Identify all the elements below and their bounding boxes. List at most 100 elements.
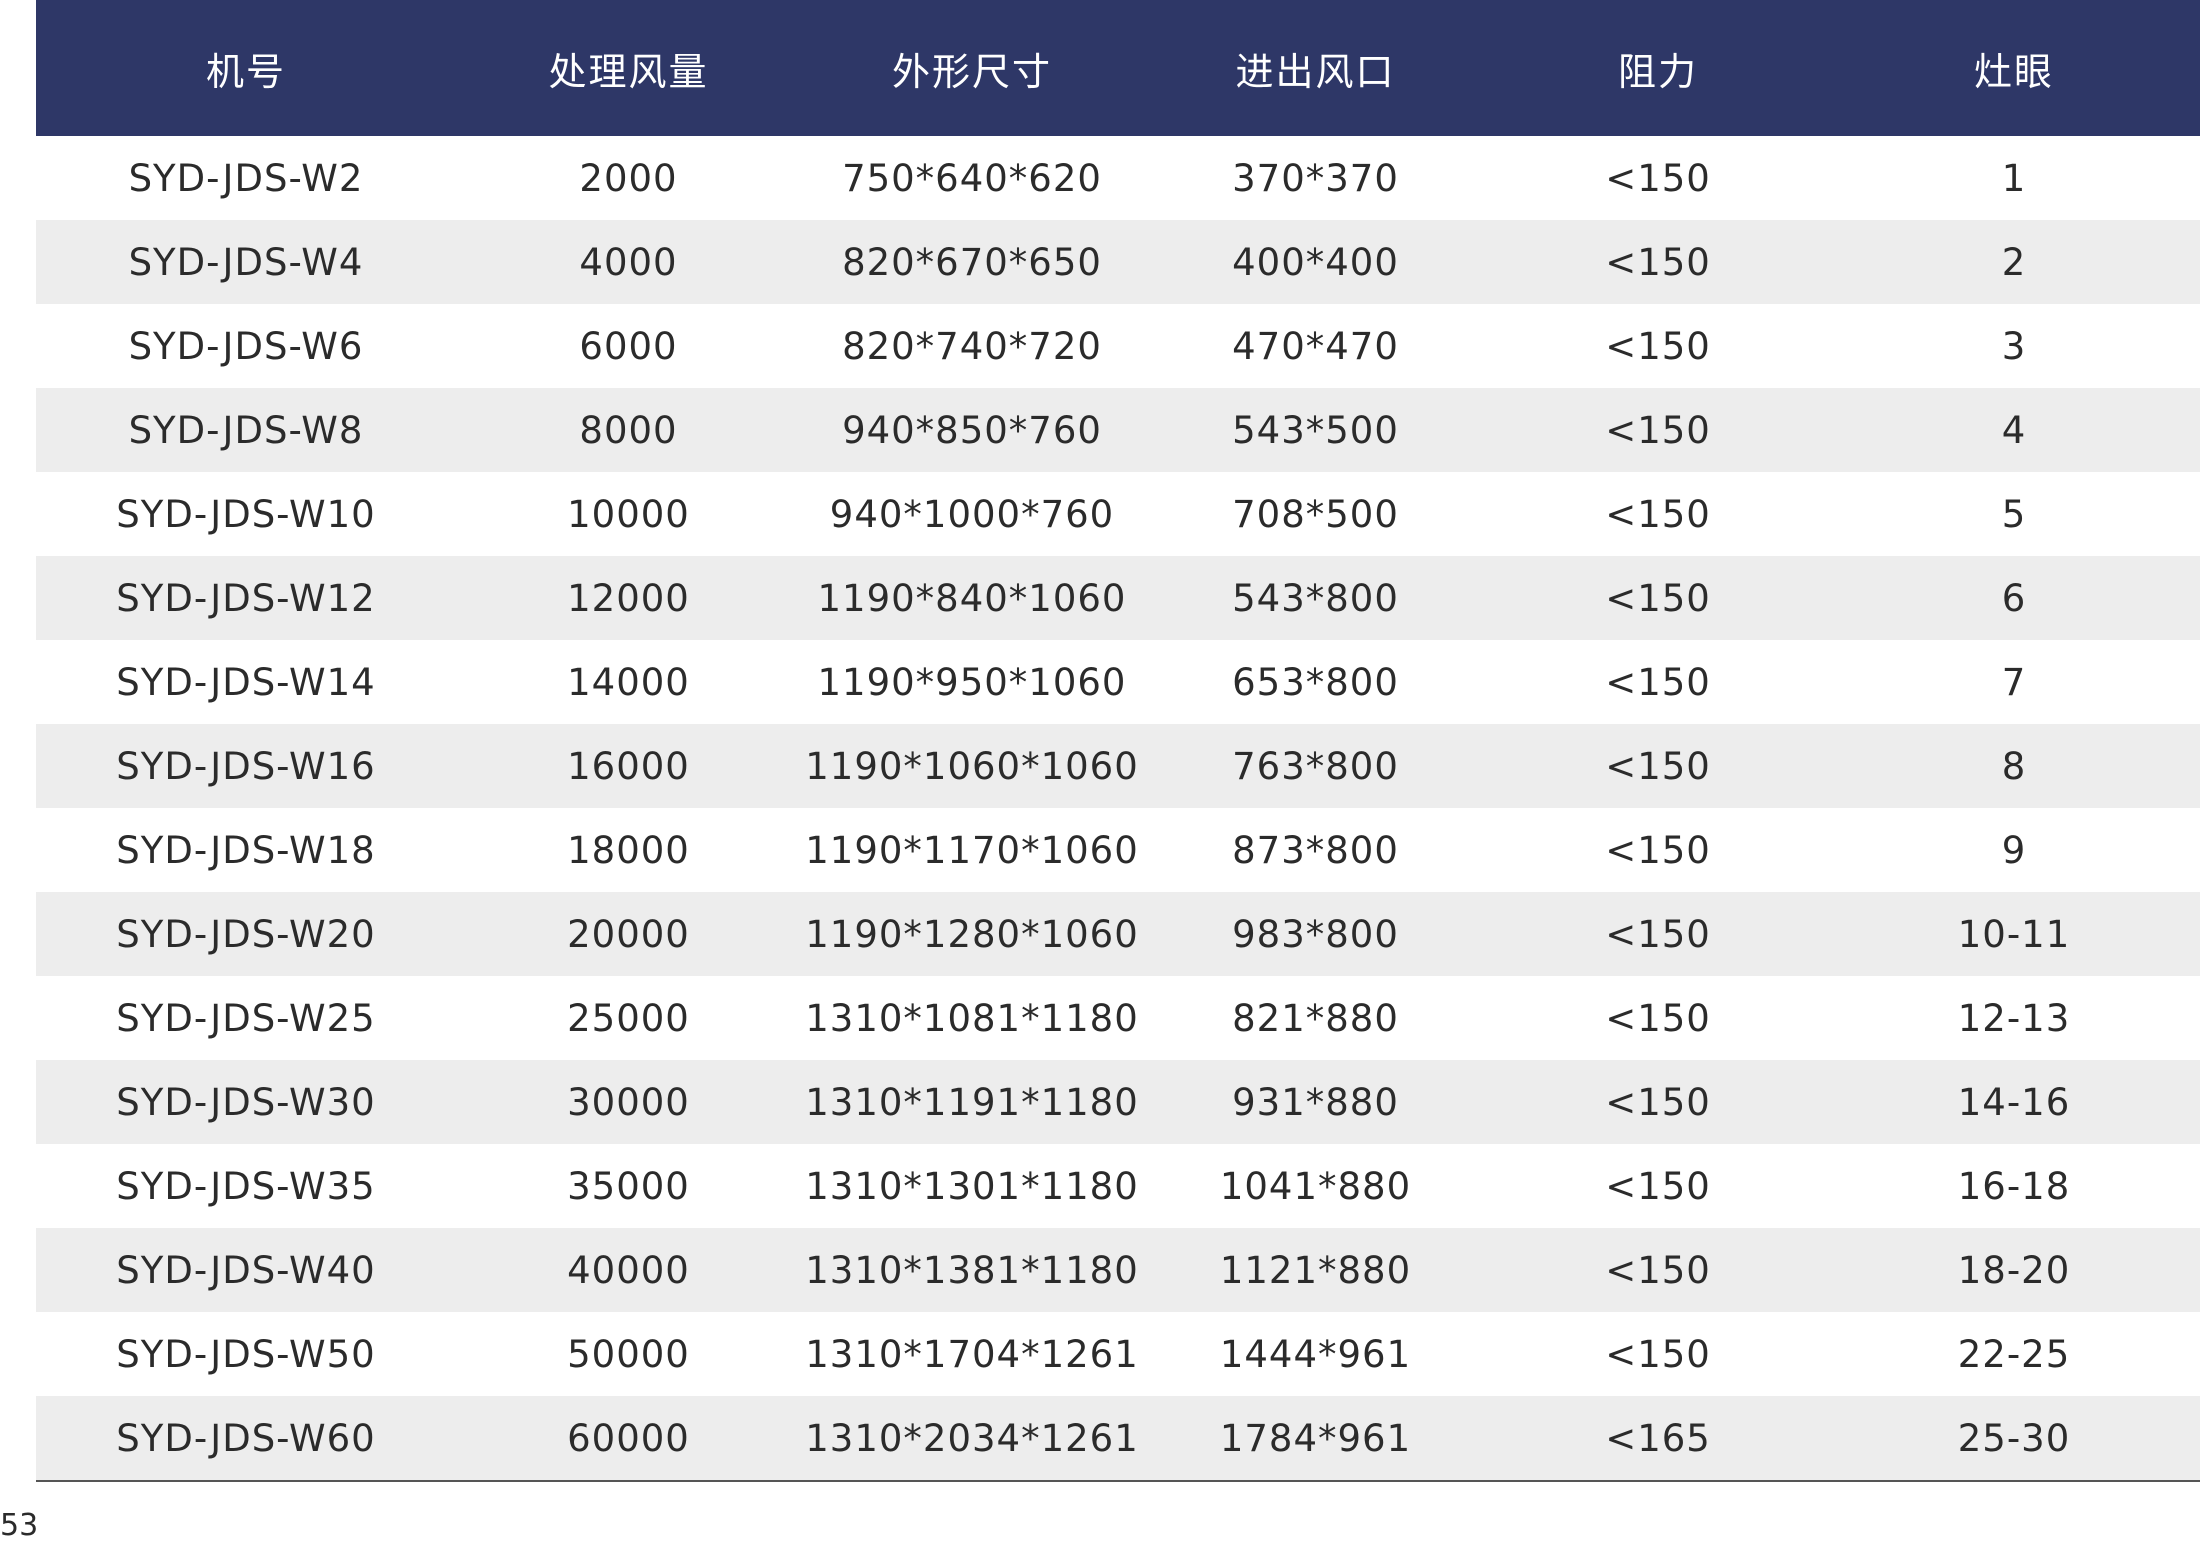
cell-burners: 3 xyxy=(2001,324,2027,368)
cell-airflow: 20000 xyxy=(456,892,801,976)
table-row: SYD-JDS-W25 25000 1310*1081*1180 821*880 <15… xyxy=(36,976,2200,1060)
table-row: SYD-JDS-W35 35000 1310*1301*1180 1041*880 <1… xyxy=(36,1144,2200,1228)
table-header: 机号 处理风量 外形尺寸 进出风口 阻力 灶眼 xyxy=(36,0,2200,136)
cell-inlet-outlet: 708*500 xyxy=(1232,492,1399,536)
cell-airflow: 50000 xyxy=(567,1332,690,1376)
cell-model: SYD-JDS-W25 xyxy=(116,996,376,1040)
cell-inlet-outlet: 653*800 xyxy=(1232,660,1399,704)
cell-burners: 1 xyxy=(2001,156,2027,200)
cell-inlet-outlet: 1041*880 xyxy=(1219,1164,1412,1208)
cell-airflow: 35000 xyxy=(567,1164,690,1208)
table-row: SYD-JDS-W30 30000 1310*1191*1180 931*880 <15… xyxy=(36,1060,2200,1144)
cell-airflow: 18000 xyxy=(567,828,690,872)
table-row: SYD-JDS-W14 14000 1190*950*1060 653*800 <150… xyxy=(36,640,2200,724)
cell-resistance: <165 xyxy=(1488,1396,1828,1482)
cell-inlet-outlet: 470*470 xyxy=(1232,324,1399,368)
cell-resistance: <150 xyxy=(1605,996,1711,1040)
cell-dimensions: 1310*1381*1180 xyxy=(801,1228,1143,1312)
table-row: SYD-JDS-W18 18000 1190*1170*1060 873*800 <15… xyxy=(36,808,2200,892)
cell-dimensions: 1190*1280*1060 xyxy=(801,892,1143,976)
cell-dimensions: 750*640*620 xyxy=(842,156,1102,200)
cell-dimensions: 1310*1704*1261 xyxy=(805,1332,1139,1376)
cell-model: SYD-JDS-W4 xyxy=(36,220,456,304)
cell-model: SYD-JDS-W10 xyxy=(116,492,376,536)
cell-model: SYD-JDS-W18 xyxy=(116,828,376,872)
header-dimensions: 外形尺寸 xyxy=(801,0,1143,136)
cell-model: SYD-JDS-W14 xyxy=(116,660,376,704)
table-row: SYD-JDS-W16 16000 1190*1060*1060 763*800 <15… xyxy=(36,724,2200,808)
table-row: SYD-JDS-W10 10000 940*1000*760 708*500 <150 5 xyxy=(36,472,2200,556)
cell-airflow: 14000 xyxy=(567,660,690,704)
header-burners: 灶眼 xyxy=(1828,0,2200,136)
cell-dimensions: 820*670*650 xyxy=(801,220,1143,304)
cell-inlet-outlet: 873*800 xyxy=(1232,828,1399,872)
cell-burners: 2 xyxy=(1828,220,2200,304)
table-row: SYD-JDS-W8 8000 940*850*760 543*500 <150 4 xyxy=(36,388,2200,472)
table-body: SYD-JDS-W2 2000 750*640*620 370*370 <150 1 SYD… xyxy=(36,136,2200,1482)
cell-burners: 22-25 xyxy=(1957,1332,2071,1376)
cell-resistance: <150 xyxy=(1605,492,1711,536)
cell-burners: 4 xyxy=(1828,388,2200,472)
table-row: SYD-JDS-W2 2000 750*640*620 370*370 <150 1 xyxy=(36,136,2200,220)
cell-inlet-outlet: 1121*880 xyxy=(1143,1228,1488,1312)
cell-resistance: <150 xyxy=(1605,1164,1711,1208)
cell-dimensions: 1310*1301*1180 xyxy=(805,1164,1139,1208)
cell-inlet-outlet: 543*500 xyxy=(1143,388,1488,472)
cell-burners: 5 xyxy=(2001,492,2027,536)
cell-inlet-outlet: 821*880 xyxy=(1232,996,1399,1040)
cell-model: SYD-JDS-W35 xyxy=(116,1164,376,1208)
cell-resistance: <150 xyxy=(1605,828,1711,872)
cell-dimensions: 1190*1060*1060 xyxy=(801,724,1143,808)
cell-resistance: <150 xyxy=(1605,1332,1711,1376)
spec-table: 机号 处理风量 外形尺寸 进出风口 阻力 灶眼 SYD-JDS-W2 2000 75… xyxy=(36,0,2200,1482)
cell-airflow: 6000 xyxy=(579,324,678,368)
cell-airflow: 12000 xyxy=(456,556,801,640)
cell-resistance: <150 xyxy=(1488,1060,1828,1144)
cell-resistance: <150 xyxy=(1488,724,1828,808)
cell-burners: 14-16 xyxy=(1828,1060,2200,1144)
cell-airflow: 40000 xyxy=(456,1228,801,1312)
cell-inlet-outlet: 400*400 xyxy=(1143,220,1488,304)
cell-dimensions: 1310*2034*1261 xyxy=(801,1396,1143,1482)
cell-model: SYD-JDS-W8 xyxy=(36,388,456,472)
cell-dimensions: 1190*950*1060 xyxy=(817,660,1127,704)
header-row: 机号 处理风量 外形尺寸 进出风口 阻力 灶眼 xyxy=(36,0,2200,136)
table-row: SYD-JDS-W50 50000 1310*1704*1261 1444*961 <1… xyxy=(36,1312,2200,1396)
cell-model: SYD-JDS-W20 xyxy=(36,892,456,976)
cell-dimensions: 940*850*760 xyxy=(801,388,1143,472)
cell-model: SYD-JDS-W40 xyxy=(36,1228,456,1312)
cell-airflow: 8000 xyxy=(456,388,801,472)
cell-airflow: 25000 xyxy=(567,996,690,1040)
cell-model: SYD-JDS-W12 xyxy=(36,556,456,640)
cell-airflow: 4000 xyxy=(456,220,801,304)
cell-inlet-outlet: 983*800 xyxy=(1143,892,1488,976)
header-model: 机号 xyxy=(36,0,456,136)
cell-dimensions: 1190*1170*1060 xyxy=(805,828,1139,872)
cell-burners: 16-18 xyxy=(1957,1164,2071,1208)
table-row: SYD-JDS-W20 20000 1190*1280*1060 983*800 <15… xyxy=(36,892,2200,976)
cell-inlet-outlet: 1444*961 xyxy=(1219,1332,1412,1376)
cell-resistance: <150 xyxy=(1605,324,1711,368)
cell-model: SYD-JDS-W6 xyxy=(128,324,364,368)
cell-resistance: <150 xyxy=(1605,660,1711,704)
header-inlet-outlet: 进出风口 xyxy=(1143,0,1488,136)
table-row: SYD-JDS-W60 60000 1310*2034*1261 1784*961 <1… xyxy=(36,1396,2200,1482)
cell-burners: 18-20 xyxy=(1828,1228,2200,1312)
cell-resistance: <150 xyxy=(1488,892,1828,976)
cell-dimensions: 1190*840*1060 xyxy=(801,556,1143,640)
header-resistance: 阻力 xyxy=(1488,0,1828,136)
cell-resistance: <150 xyxy=(1488,388,1828,472)
cell-dimensions: 820*740*720 xyxy=(842,324,1102,368)
cell-resistance: <150 xyxy=(1488,1228,1828,1312)
header-airflow: 处理风量 xyxy=(456,0,801,136)
cell-burners: 10-11 xyxy=(1828,892,2200,976)
page-number: 53 xyxy=(0,1508,39,1543)
cell-airflow: 30000 xyxy=(456,1060,801,1144)
cell-model: SYD-JDS-W30 xyxy=(36,1060,456,1144)
cell-model: SYD-JDS-W16 xyxy=(36,724,456,808)
table-row: SYD-JDS-W12 12000 1190*840*1060 543*800 <150… xyxy=(36,556,2200,640)
cell-dimensions: 940*1000*760 xyxy=(829,492,1115,536)
cell-burners: 25-30 xyxy=(1828,1396,2200,1482)
cell-inlet-outlet: 1784*961 xyxy=(1143,1396,1488,1482)
cell-airflow: 10000 xyxy=(567,492,690,536)
